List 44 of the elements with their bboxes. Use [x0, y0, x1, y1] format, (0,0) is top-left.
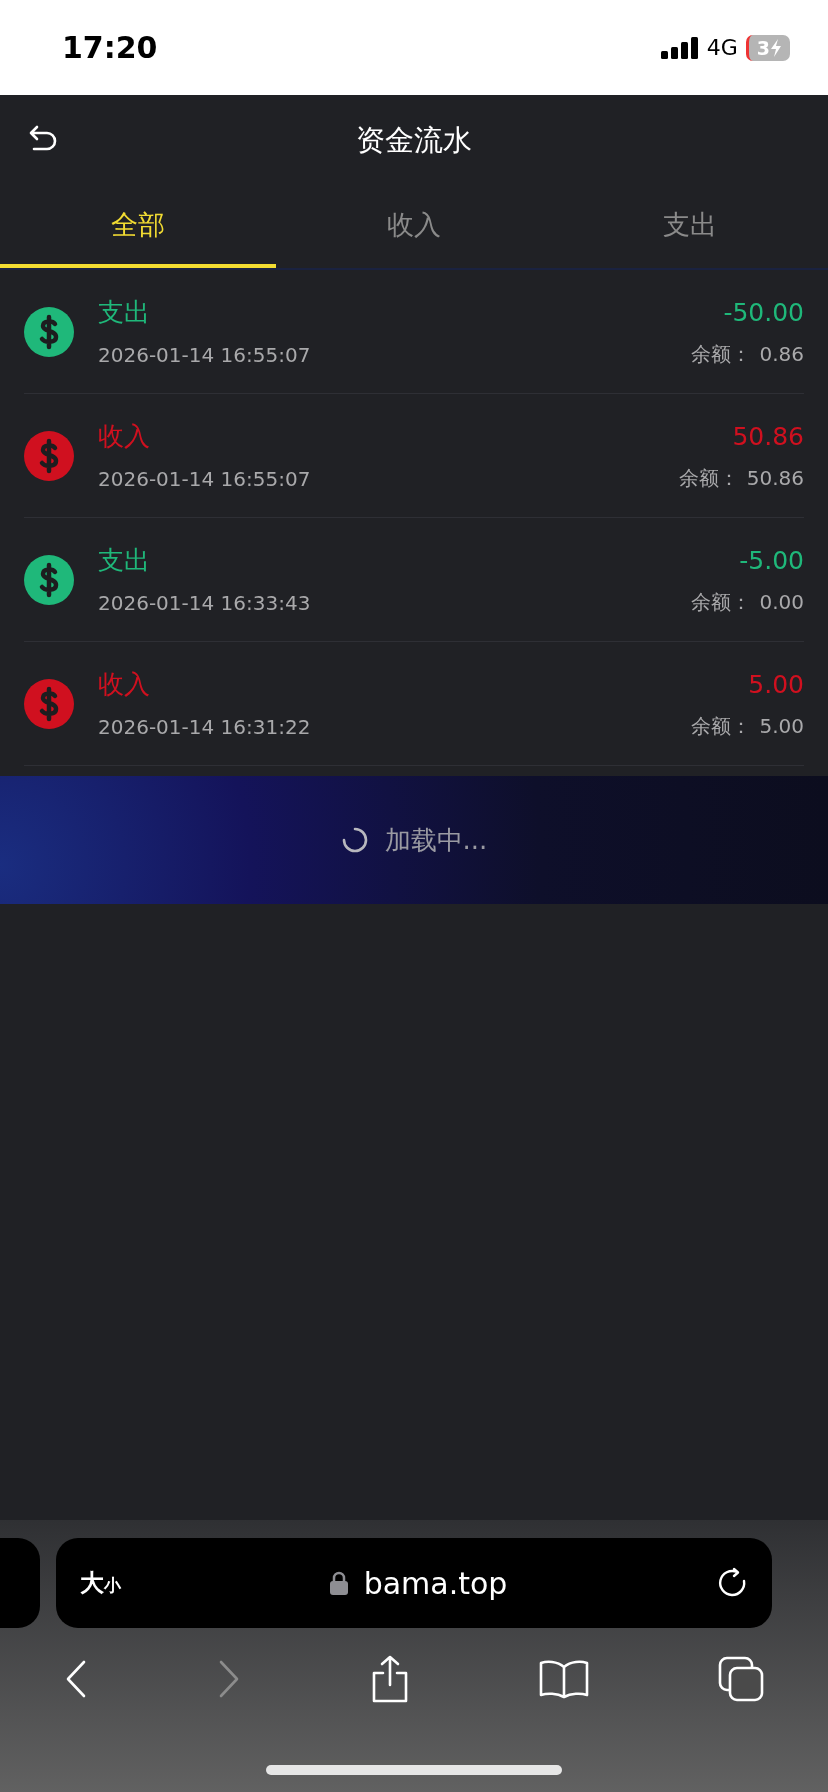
loading-spinner-icon: [340, 826, 369, 854]
share-icon[interactable]: [370, 1655, 410, 1703]
balance-value: 0.00: [759, 589, 804, 617]
transaction-type: 支出: [98, 296, 151, 329]
balance-label: 余额：: [691, 713, 752, 741]
page-title: 资金流水: [356, 122, 472, 160]
text-size-button[interactable]: 大小: [80, 1565, 121, 1601]
balance-value: 50.86: [746, 465, 804, 493]
transaction-amount: 50.86: [732, 420, 804, 453]
balance-label: 余额：: [691, 589, 752, 617]
transaction-type: 收入: [98, 668, 151, 701]
status-time: 17:20: [62, 29, 158, 67]
transaction-amount: -5.00: [739, 544, 804, 577]
transaction-amount: 5.00: [748, 668, 804, 701]
filter-tab[interactable]: 支出: [552, 187, 828, 268]
dollar-icon: [24, 554, 74, 605]
transaction-type: 收入: [98, 420, 151, 453]
battery-indicator: 3: [745, 34, 790, 61]
transaction-type: 支出: [98, 544, 151, 577]
charging-icon: [770, 38, 782, 57]
dollar-icon: [24, 430, 74, 481]
signal-icon: [660, 36, 699, 59]
transaction-time: 2026-01-14 16:55:07: [98, 466, 312, 493]
balance-value: 5.00: [759, 713, 804, 741]
dollar-icon: [24, 678, 74, 729]
tabs-icon[interactable]: [717, 1656, 764, 1702]
balance-label: 余额：: [691, 341, 752, 369]
url-text: bama.top: [363, 1564, 508, 1603]
transaction-time: 2026-01-14 16:31:22: [98, 714, 312, 741]
back-icon[interactable]: [28, 125, 58, 151]
balance-label: 余额：: [678, 465, 739, 493]
book-icon[interactable]: [538, 1659, 589, 1699]
filter-tab[interactable]: 收入: [276, 187, 552, 268]
transaction-amount: -50.00: [723, 296, 804, 329]
network-label: 4G: [706, 34, 738, 62]
loading-text: 加载中...: [384, 823, 488, 857]
transaction-time: 2026-01-14 16:55:07: [98, 342, 312, 369]
dollar-icon: [24, 306, 74, 357]
lock-icon: [329, 1571, 348, 1595]
filter-tab[interactable]: 全部: [0, 187, 276, 268]
balance-value: 0.86: [759, 341, 804, 369]
reload-icon[interactable]: [716, 1567, 748, 1599]
address-bar[interactable]: 大小 bama.top: [56, 1538, 772, 1628]
transaction-time: 2026-01-14 16:33:43: [98, 590, 312, 617]
